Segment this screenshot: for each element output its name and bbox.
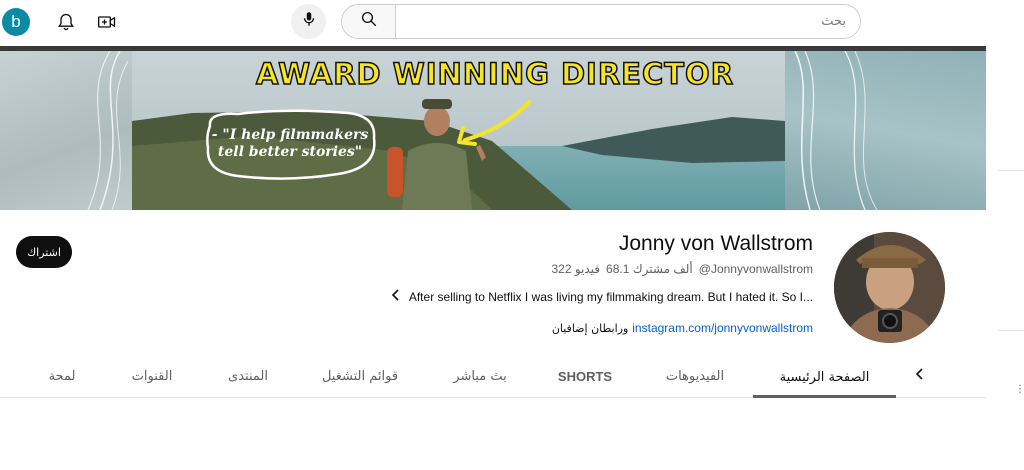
create-video-icon[interactable] — [95, 10, 119, 34]
tab-about[interactable]: لمحة — [36, 356, 88, 397]
channel-banner: AWARD WINNING DIRECTOR - "I help filmmak… — [0, 46, 986, 210]
more-dots-icon[interactable]: ⋮ — [1015, 384, 1024, 395]
description-text: After selling to Netflix I was living my… — [408, 289, 813, 304]
tab-channels[interactable]: القنوات — [120, 356, 184, 397]
channel-description[interactable]: After selling to Netflix I was living my… — [391, 289, 813, 304]
tab-community[interactable]: المنتدى — [215, 356, 281, 397]
video-count: 322 فيديو — [551, 262, 601, 276]
sidebar-divider — [998, 170, 1024, 171]
channel-tabs: الصفحة الرئيسية الفيديوهات SHORTS بث مبا… — [0, 356, 986, 398]
mic-icon — [300, 10, 318, 33]
notifications-icon[interactable] — [54, 10, 78, 34]
tab-home[interactable]: الصفحة الرئيسية — [753, 356, 896, 398]
search-icon — [360, 10, 378, 33]
tab-playlists[interactable]: قوائم التشغيل — [310, 356, 410, 397]
chevron-left-icon — [915, 367, 925, 386]
subscriber-count: 68.1 ألف مشترك — [606, 262, 693, 276]
search-button[interactable] — [342, 5, 396, 38]
banner-speech-text: - "I help filmmakers tell better stories… — [205, 112, 375, 176]
channel-meta: 322 فيديو 68.1 ألف مشترك @Jonnyvonwallst… — [551, 262, 813, 276]
top-bar: b — [0, 0, 1024, 44]
tabs-scroll-button[interactable] — [908, 364, 932, 388]
search-box — [341, 4, 861, 39]
account-avatar[interactable]: b — [2, 8, 30, 36]
subscribe-button[interactable]: اشتراك — [16, 236, 72, 268]
channel-handle: @Jonnyvonwallstrom — [698, 262, 813, 276]
instagram-link[interactable]: instagram.com/jonnyvonwallstrom — [632, 321, 813, 335]
speech-line-1: - "I help filmmakers — [211, 127, 369, 143]
arrow-icon — [457, 100, 531, 146]
tab-videos[interactable]: الفيديوهات — [652, 356, 738, 397]
tab-shorts[interactable]: SHORTS — [548, 356, 622, 397]
tab-live[interactable]: بث مباشر — [440, 356, 520, 397]
more-links[interactable]: ورابطان إضافيان — [552, 322, 628, 335]
sidebar-divider — [998, 330, 1024, 331]
chevron-left-icon — [391, 289, 401, 304]
channel-avatar[interactable] — [834, 232, 945, 343]
channel-name: Jonny von Wallstrom — [618, 232, 813, 255]
speech-line-2: tell better stories" — [217, 144, 363, 160]
channel-links: ورابطان إضافيان instagram.com/jonnyvonwa… — [552, 321, 813, 335]
banner-right-texture — [785, 50, 986, 210]
voice-search-button[interactable] — [291, 4, 326, 39]
banner-left-texture — [0, 50, 132, 210]
banner-headline: AWARD WINNING DIRECTOR — [255, 56, 735, 92]
search-input[interactable] — [397, 5, 860, 38]
